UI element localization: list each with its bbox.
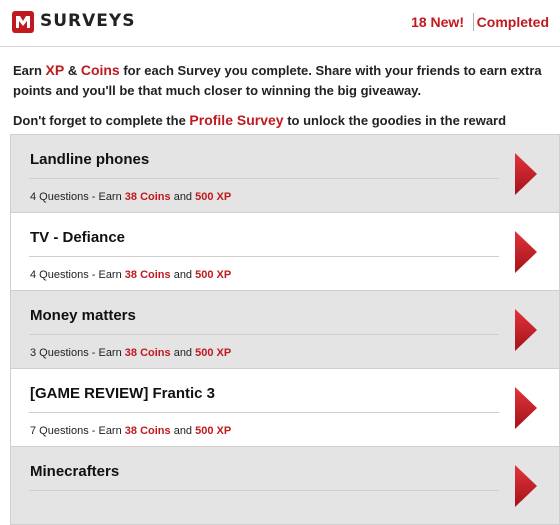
- survey-item[interactable]: Money matters 3 Questions - Earn 38 Coin…: [10, 291, 560, 369]
- survey-reward: 4 Questions - Earn 38 Coins and 500 XP: [30, 269, 232, 281]
- survey-reward: 3 Questions - Earn 38 Coins and 500 XP: [30, 347, 232, 359]
- divider: [29, 412, 499, 413]
- survey-item[interactable]: TV - Defiance 4 Questions - Earn 38 Coin…: [10, 213, 560, 291]
- chevron-right-icon[interactable]: [515, 231, 537, 273]
- chevron-right-icon[interactable]: [515, 309, 537, 351]
- survey-title: Landline phones: [30, 151, 150, 168]
- new-surveys-link[interactable]: 18 New!: [411, 14, 464, 30]
- divider: [29, 178, 499, 179]
- chevron-right-icon[interactable]: [515, 387, 537, 429]
- chevron-right-icon[interactable]: [515, 153, 537, 195]
- survey-title: Money matters: [30, 307, 136, 324]
- survey-title: Minecrafters: [30, 463, 120, 480]
- survey-reward: 4 Questions - Earn 38 Coins and 500 XP: [30, 191, 232, 203]
- divider: [29, 256, 499, 257]
- completed-link[interactable]: Completed: [477, 14, 549, 30]
- survey-item[interactable]: Minecrafters: [10, 447, 560, 525]
- survey-title: TV - Defiance: [30, 229, 126, 246]
- app-title: SURVEYS: [40, 11, 136, 31]
- divider: [29, 334, 499, 335]
- intro-paragraph-earn: Earn XP & Coins for each Survey you comp…: [13, 62, 542, 98]
- survey-list: Landline phones 4 Questions - Earn 38 Co…: [10, 134, 560, 525]
- coins-highlight: Coins: [80, 62, 120, 78]
- profile-survey-link[interactable]: Profile Survey: [189, 112, 283, 128]
- xp-highlight: XP: [45, 62, 65, 78]
- header-bar: SURVEYS 18 New! Completed: [0, 0, 560, 47]
- survey-title: [GAME REVIEW] Frantic 3: [30, 385, 216, 402]
- header-separator: [473, 13, 474, 31]
- survey-item[interactable]: Landline phones 4 Questions - Earn 38 Co…: [10, 134, 560, 213]
- chevron-right-icon[interactable]: [515, 465, 537, 507]
- survey-reward: 7 Questions - Earn 38 Coins and 500 XP: [30, 425, 232, 437]
- survey-item[interactable]: [GAME REVIEW] Frantic 3 7 Questions - Ea…: [10, 369, 560, 447]
- surveys-logo-icon: [12, 11, 34, 33]
- divider: [29, 490, 499, 491]
